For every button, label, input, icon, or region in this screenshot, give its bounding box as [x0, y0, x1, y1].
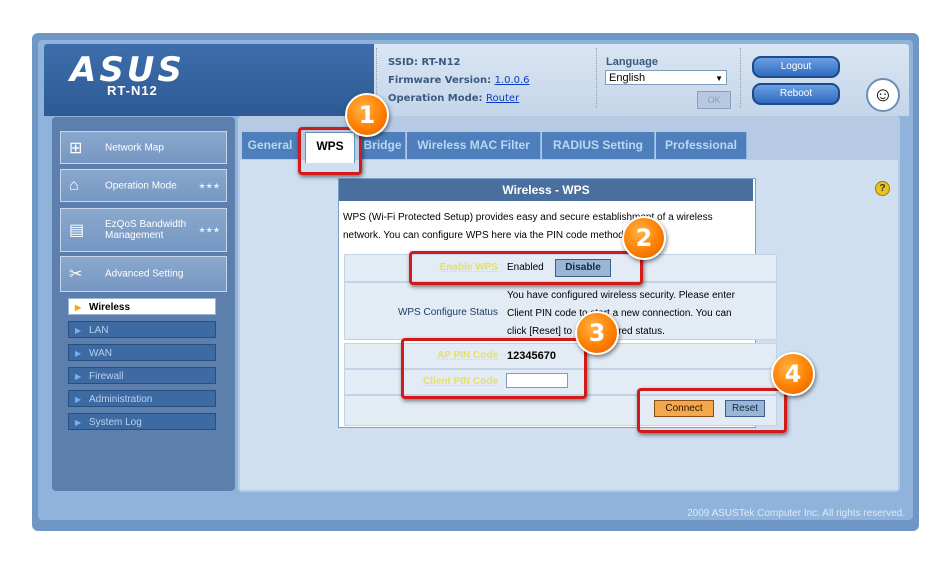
sidebar-subitem-system-log[interactable]: ▶ System Log [68, 413, 216, 430]
language-ok-button[interactable]: OK [697, 91, 731, 109]
sidebar-item-operation-mode[interactable]: ⌂ Operation Mode ★★★ [60, 169, 227, 202]
ssid-info: SSID: RT-N12 [388, 57, 461, 68]
firmware-link[interactable]: 1.0.0.6 [495, 75, 530, 86]
step-badge-2: 2 [622, 216, 666, 260]
step-badge-4: 4 [771, 352, 815, 396]
stars-icon: ★★★ [198, 225, 220, 235]
tools-icon: ✂ [69, 266, 83, 283]
header-separator [596, 48, 598, 108]
highlight-enable-wps [409, 251, 643, 285]
sidebar-subitem-administration[interactable]: ▶ Administration [68, 390, 216, 407]
router-icon: ⌂ [69, 176, 79, 194]
step-badge-1: 1 [345, 93, 389, 137]
language-label: Language [606, 56, 658, 68]
chevron-down-icon: ▼ [715, 74, 723, 83]
sidebar-subitem-wireless[interactable]: ▶ Wireless [68, 298, 216, 315]
sidebar-item-ezqos[interactable]: ▤ EzQoS Bandwidth Management ★★★ [60, 208, 227, 252]
copyright-footer: 2009 ASUSTek Computer Inc. All rights re… [687, 508, 905, 519]
bandwidth-icon: ▤ [69, 222, 85, 239]
header-separator [740, 48, 742, 108]
language-select[interactable]: English ▼ [605, 70, 727, 85]
sidebar-item-network-map[interactable]: ⊞ Network Map [60, 131, 227, 164]
mascot-icon: ☺ [866, 78, 900, 112]
highlight-pin-codes [401, 338, 587, 399]
panel-title: Wireless - WPS [339, 179, 753, 201]
highlight-action-buttons [637, 388, 787, 433]
wps-status-row: WPS Configure Status You have configured… [344, 282, 777, 340]
wps-description: WPS (Wi-Fi Protected Setup) provides eas… [343, 212, 713, 241]
tab-wireless-mac-filter[interactable]: Wireless MAC Filter [407, 132, 541, 159]
tab-professional[interactable]: Professional [656, 132, 747, 159]
reboot-button[interactable]: Reboot [752, 83, 840, 105]
network-map-icon: ⊞ [69, 139, 83, 157]
firmware-info: Firmware Version: 1.0.0.6 [388, 75, 530, 86]
mode-info: Operation Mode: Router [388, 93, 520, 104]
sidebar-item-advanced-setting[interactable]: ✂ Advanced Setting [60, 256, 227, 292]
sidebar-subitem-lan[interactable]: ▶ LAN [68, 321, 216, 338]
stars-icon: ★★★ [198, 181, 220, 190]
step-badge-3: 3 [575, 311, 619, 355]
tab-radius-setting[interactable]: RADIUS Setting [542, 132, 655, 159]
model-name: RT-N12 [107, 83, 158, 98]
triangle-right-icon: ▶ [75, 349, 82, 358]
triangle-right-icon: ▶ [75, 372, 82, 381]
triangle-right-icon: ▶ [75, 326, 82, 335]
sidebar-subitem-wan[interactable]: ▶ WAN [68, 344, 216, 361]
highlight-wps-tab [298, 127, 362, 175]
logout-button[interactable]: Logout [752, 56, 840, 78]
sidebar-subitem-firewall[interactable]: ▶ Firewall [68, 367, 216, 384]
triangle-right-icon: ▶ [75, 418, 82, 427]
triangle-right-icon: ▶ [75, 303, 82, 312]
wps-status-text: You have configured wireless security. P… [507, 290, 735, 337]
help-icon[interactable]: ? [875, 181, 890, 196]
operation-mode-link[interactable]: Router [486, 93, 519, 104]
tab-general[interactable]: General [242, 132, 299, 159]
ssid-value: RT-N12 [421, 57, 461, 68]
triangle-right-icon: ▶ [75, 395, 82, 404]
wps-status-label: WPS Configure Status [397, 307, 498, 318]
